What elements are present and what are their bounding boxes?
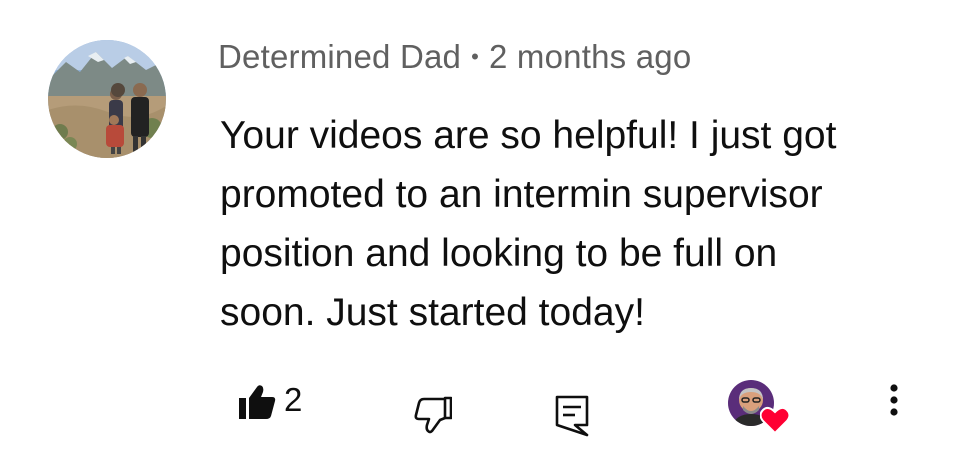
comment-text: Your videos are so helpful! I just got p… [220,114,837,334]
more-actions-button[interactable] [880,382,908,422]
author-avatar[interactable] [48,40,166,158]
thumbs-up-icon [238,384,276,425]
family-photo-icon [48,40,166,158]
comment-thread: Determined Dad • 2 months ago Your videos … [0,0,960,473]
heart-icon [759,406,791,439]
like-count: 2 [284,381,303,418]
more-vertical-icon [880,384,908,426]
reply-icon [555,395,589,441]
reply-button[interactable] [555,395,589,442]
like-button[interactable]: 2 [238,381,303,425]
creator-heart-badge [728,380,792,438]
comment-timestamp[interactable]: 2 months ago [489,38,691,75]
dislike-button[interactable] [414,396,453,439]
author-name[interactable]: Determined Dad [218,38,461,75]
comment-header: Determined Dad • 2 months ago [218,38,691,76]
thumbs-down-icon [414,396,453,438]
meta-separator: • [471,44,479,69]
